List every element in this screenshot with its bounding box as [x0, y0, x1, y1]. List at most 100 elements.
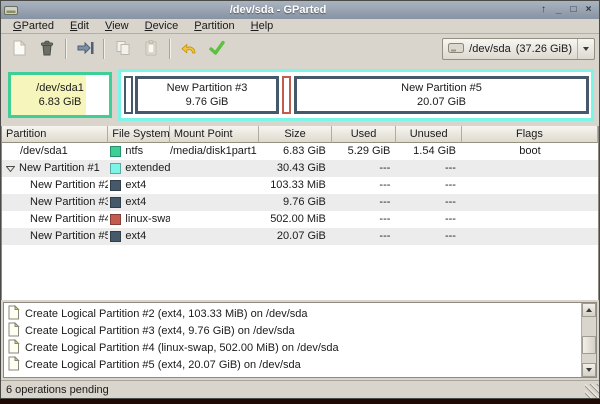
partition-block-new4[interactable] — [282, 76, 291, 114]
menu-gparted[interactable]: GParted — [5, 19, 62, 33]
table-row[interactable]: /dev/sda1 ntfs /media/disk1part1 6.83 Gi… — [2, 143, 598, 160]
size-value: 103.33 MiB — [259, 177, 332, 194]
partition-block-sda1[interactable]: /dev/sda16.83 GiB — [8, 72, 112, 118]
close-button[interactable]: × — [581, 4, 596, 17]
header-unused[interactable]: Unused — [396, 126, 462, 143]
new-partition-button[interactable] — [5, 36, 33, 62]
resize-move-icon — [75, 39, 95, 60]
mount-point — [170, 177, 259, 194]
flags-value — [462, 177, 598, 194]
titlebar[interactable]: /dev/sda - GParted ↑ _ □ × — [1, 1, 599, 19]
apply-button[interactable] — [203, 36, 231, 62]
mount-point — [170, 228, 259, 245]
scroll-down-icon[interactable] — [582, 363, 596, 377]
menu-help[interactable]: Help — [243, 19, 282, 33]
scroll-up-icon[interactable] — [582, 303, 596, 317]
operation-item[interactable]: Create Logical Partition #2 (ext4, 103.3… — [4, 305, 581, 322]
scrollbar-track[interactable] — [582, 317, 596, 363]
operation-text: Create Logical Partition #5 (ext4, 20.07… — [25, 359, 301, 371]
new-partition-doc-icon — [7, 339, 20, 357]
flags-value: boot — [462, 143, 598, 160]
header-mountpoint[interactable]: Mount Point — [170, 126, 259, 143]
toolbar-separator — [169, 39, 171, 59]
header-used[interactable]: Used — [332, 126, 397, 143]
partition-block-new5[interactable]: New Partition #520.07 GiB — [294, 76, 589, 114]
gparted-app-icon — [4, 5, 20, 16]
table-row[interactable]: New Partition #3 ext4 9.76 GiB --- --- — [2, 194, 598, 211]
menu-view[interactable]: View — [97, 19, 137, 33]
partition-block-size: 20.07 GiB — [417, 96, 466, 108]
fs-color-swatch — [110, 231, 121, 242]
partition-block-label: /dev/sda1 — [36, 82, 84, 94]
partition-table: Partition File System Mount Point Size U… — [1, 126, 599, 300]
delete-partition-button[interactable] — [33, 36, 61, 62]
menu-edit[interactable]: Edit — [62, 19, 97, 33]
operation-item[interactable]: Create Logical Partition #4 (linux-swap,… — [4, 339, 581, 356]
device-selector[interactable]: /dev/sda (37.26 GiB) — [442, 38, 595, 60]
fs-color-swatch — [110, 146, 121, 157]
operation-item[interactable]: Create Logical Partition #3 (ext4, 9.76 … — [4, 322, 581, 339]
resize-grip[interactable] — [585, 384, 599, 398]
menu-partition[interactable]: Partition — [186, 19, 242, 33]
device-value: /dev/sda — [469, 43, 511, 55]
copy-button[interactable] — [109, 36, 137, 62]
header-filesystem[interactable]: File System — [108, 126, 170, 143]
partition-name: New Partition #4 — [2, 211, 108, 228]
paste-button[interactable] — [137, 36, 165, 62]
apply-check-icon — [208, 39, 226, 60]
expander-icon[interactable] — [6, 164, 15, 173]
unused-value: 1.54 GiB — [396, 143, 462, 160]
header-size[interactable]: Size — [259, 126, 332, 143]
size-value: 30.43 GiB — [259, 160, 332, 177]
table-row[interactable]: New Partition #5 ext4 20.07 GiB --- --- — [2, 228, 598, 245]
unused-value: --- — [396, 228, 462, 245]
toolbar-separator — [103, 39, 105, 59]
maximize-button[interactable]: □ — [566, 4, 581, 17]
partition-name: New Partition #2 — [2, 177, 108, 194]
rollup-button[interactable]: ↑ — [536, 4, 551, 17]
paste-icon — [142, 39, 160, 60]
flags-value — [462, 194, 598, 211]
undo-button[interactable] — [175, 36, 203, 62]
resize-move-button[interactable] — [71, 36, 99, 62]
operations-scrollbar[interactable] — [581, 303, 596, 377]
partition-name: New Partition #3 — [2, 194, 108, 211]
statusbar: 6 operations pending — [1, 380, 599, 398]
table-row[interactable]: New Partition #1 extended 30.43 GiB --- … — [2, 160, 598, 177]
new-partition-doc-icon — [7, 305, 20, 323]
used-value: --- — [332, 228, 397, 245]
header-partition[interactable]: Partition — [2, 126, 108, 143]
copy-icon — [114, 39, 132, 60]
size-value: 20.07 GiB — [259, 228, 332, 245]
toolbar-separator — [65, 39, 67, 59]
disk-icon — [448, 42, 464, 57]
partition-block-extended[interactable]: New Partition #39.76 GiB New Partition #… — [118, 69, 594, 121]
table-row[interactable]: New Partition #4 linux-swap 502.00 MiB -… — [2, 211, 598, 228]
new-partition-doc-icon — [7, 322, 20, 340]
partition-block-label: New Partition #3 — [167, 82, 248, 94]
header-flags[interactable]: Flags — [462, 126, 598, 143]
fs-color-swatch — [110, 214, 121, 225]
table-empty-area — [2, 245, 598, 300]
partition-block-new2[interactable] — [124, 76, 133, 114]
mount-point — [170, 194, 259, 211]
scrollbar-thumb[interactable] — [582, 336, 596, 353]
flags-value — [462, 160, 598, 177]
partition-name: /dev/sda1 — [2, 143, 108, 160]
partition-block-new3[interactable]: New Partition #39.76 GiB — [135, 76, 279, 114]
menu-device[interactable]: Device — [137, 19, 187, 33]
table-row[interactable]: New Partition #2 ext4 103.33 MiB --- --- — [2, 177, 598, 194]
partition-visual-bar: /dev/sda16.83 GiB New Partition #39.76 G… — [1, 64, 599, 126]
device-dropdown-arrow — [577, 39, 589, 59]
new-partition-icon — [10, 39, 28, 60]
toolbar: /dev/sda (37.26 GiB) — [1, 34, 599, 64]
used-value: --- — [332, 194, 397, 211]
used-value: --- — [332, 160, 397, 177]
operation-item[interactable]: Create Logical Partition #5 (ext4, 20.07… — [4, 356, 581, 373]
table-header: Partition File System Mount Point Size U… — [2, 126, 598, 143]
fs-name: ext4 — [125, 177, 146, 194]
partition-name: New Partition #5 — [2, 228, 108, 245]
trash-icon — [38, 39, 56, 60]
minimize-button[interactable]: _ — [551, 4, 566, 17]
operation-text: Create Logical Partition #4 (linux-swap,… — [25, 342, 339, 354]
